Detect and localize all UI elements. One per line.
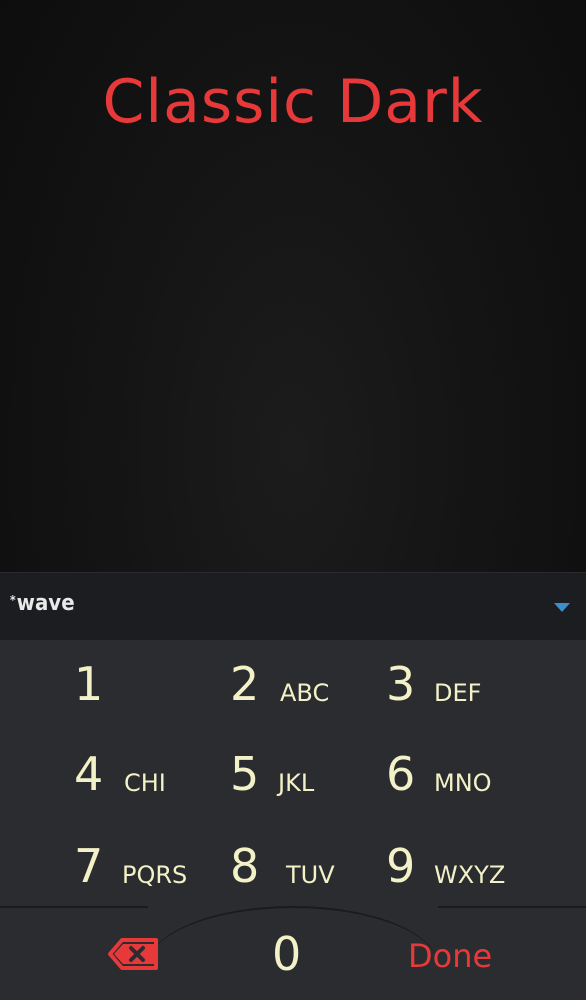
keypad-bottom-row: 0 Done (0, 906, 586, 1000)
brand-name: wave (16, 591, 75, 616)
key-8[interactable]: 8 TUV (214, 826, 374, 906)
key-letters: TUV (286, 861, 335, 889)
divider (438, 906, 586, 908)
backspace-icon (108, 938, 158, 970)
key-7[interactable]: 7 PQRS (60, 826, 210, 906)
key-digit: 4 (74, 747, 104, 801)
divider (0, 906, 148, 908)
key-letters: WXYZ (434, 861, 506, 889)
brand-logo: *wave (10, 591, 75, 616)
key-4[interactable]: 4 CHI (60, 734, 210, 814)
key-digit: 5 (230, 747, 260, 801)
key-1[interactable]: 1 (60, 644, 210, 724)
key-digit: 6 (386, 747, 416, 801)
key-0[interactable]: 0 (272, 924, 301, 984)
key-digit: 3 (386, 657, 416, 711)
key-letters: JKL (278, 769, 315, 797)
key-letters: CHI (124, 769, 166, 797)
key-letters: MNO (434, 769, 492, 797)
backspace-button[interactable] (108, 936, 160, 972)
key-5[interactable]: 5 JKL (214, 734, 374, 814)
chevron-down-icon[interactable] (554, 603, 570, 612)
key-digit: 9 (386, 839, 416, 893)
key-letters: PQRS (122, 861, 188, 889)
key-9[interactable]: 9 WXYZ (370, 826, 570, 906)
keyboard-theme-preview: Classic Dark *wave 1 2 ABC 3 DEF 4 CHI 5… (0, 0, 586, 1000)
key-2[interactable]: 2 ABC (214, 644, 374, 724)
key-3[interactable]: 3 DEF (370, 644, 550, 724)
key-digit: 7 (74, 839, 104, 893)
key-letters: ABC (280, 679, 330, 707)
key-digit: 1 (74, 657, 104, 711)
key-digit: 2 (230, 657, 260, 711)
keyboard-toolbar: *wave (0, 572, 586, 641)
key-digit: 8 (230, 839, 260, 893)
theme-title: Classic Dark (102, 67, 484, 137)
key-letters: DEF (434, 679, 482, 707)
brand-star-icon: * (10, 593, 16, 607)
key-6[interactable]: 6 MNO (370, 734, 550, 814)
done-button[interactable]: Done (408, 936, 492, 976)
